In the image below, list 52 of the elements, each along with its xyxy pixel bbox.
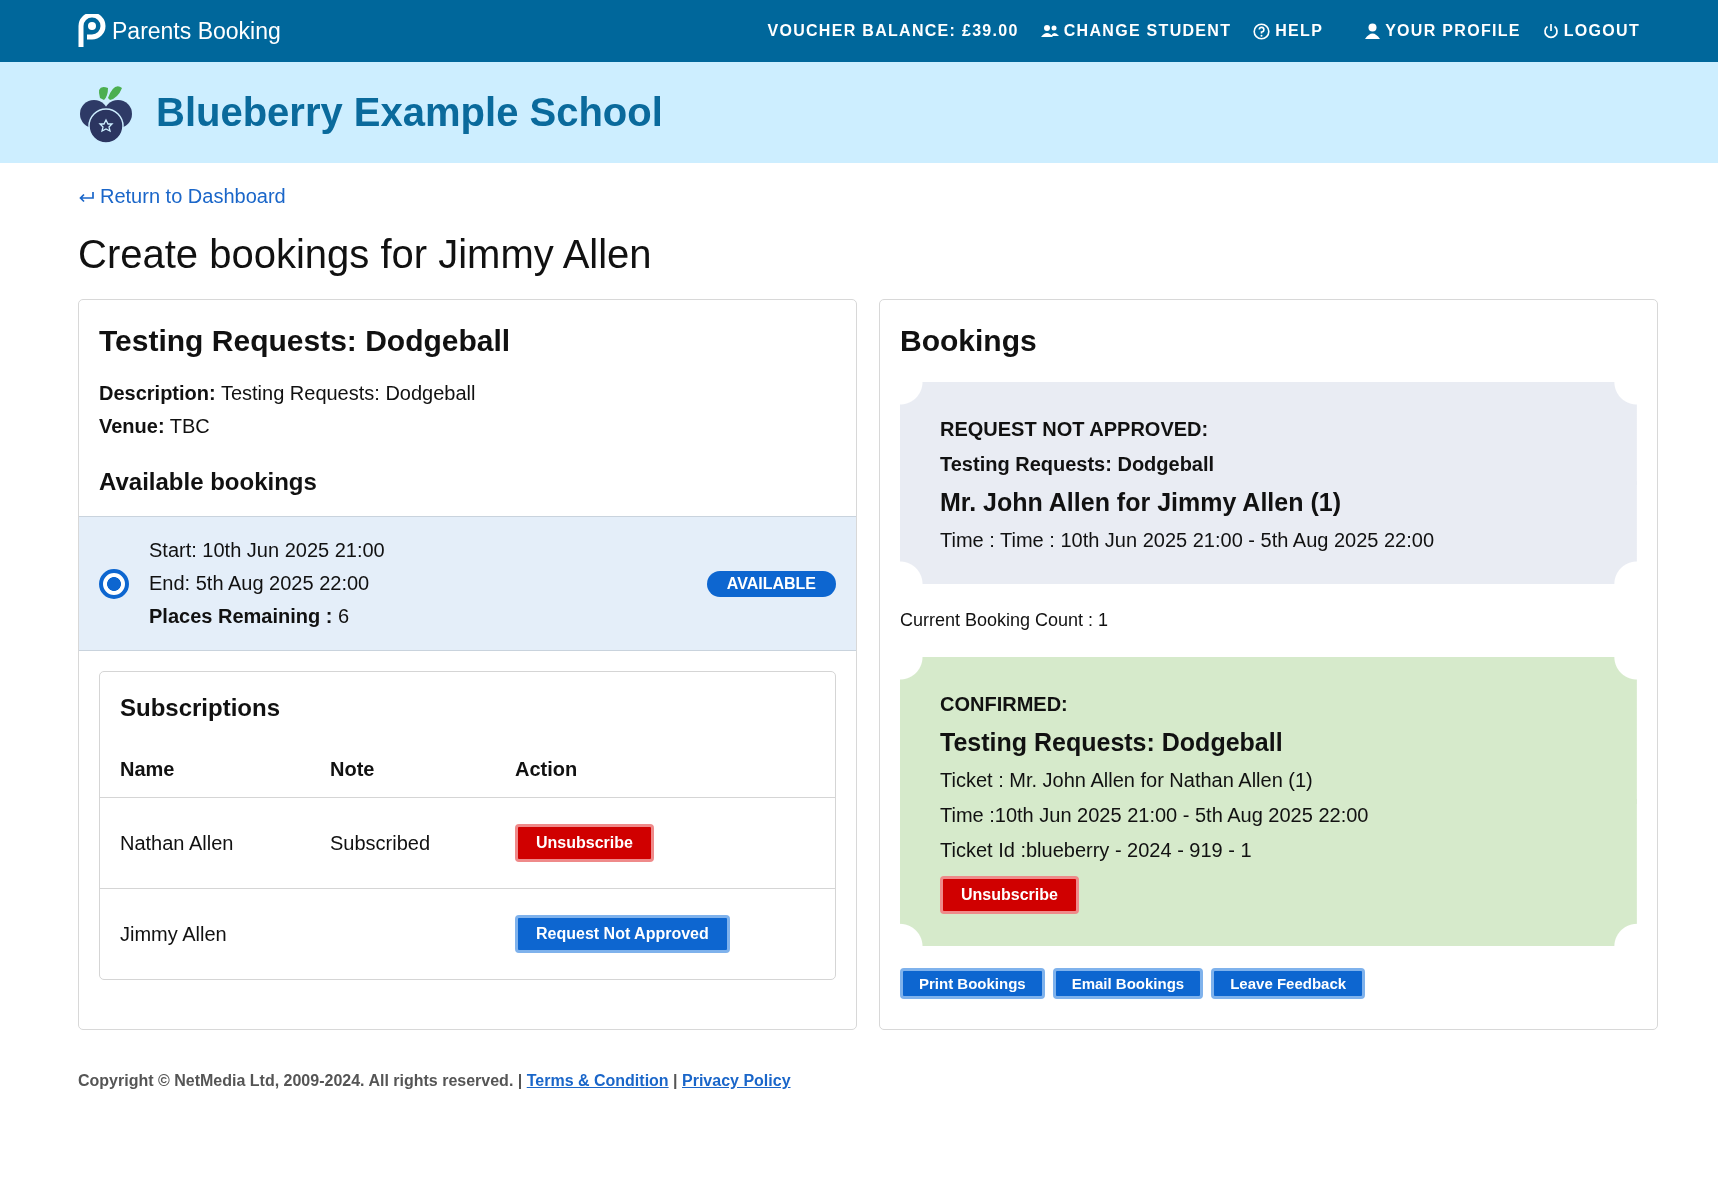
- footer-link[interactable]: Terms & Condition: [526, 1072, 669, 1089]
- booking-action-button[interactable]: Email Bookings: [1052, 968, 1204, 999]
- table-cell: Jimmy Allen: [100, 888, 310, 979]
- nav-link[interactable]: LOGOUT: [1542, 22, 1640, 40]
- return-to-dashboard-link[interactable]: Return to Dashboard: [78, 185, 286, 208]
- column-header: Name: [100, 748, 310, 798]
- column-header: Note: [310, 748, 495, 798]
- ticket-status: CONFIRMED:: [940, 693, 1068, 716]
- page-title: Create bookings for Jimmy Allen: [78, 232, 653, 277]
- ticket-heading: Testing Requests: Dodgeball: [940, 728, 1283, 757]
- nav-link[interactable]: HELP: [1253, 22, 1324, 40]
- subscriptions-heading: Subscriptions: [120, 694, 282, 722]
- user-icon: [1365, 23, 1381, 39]
- radio-button[interactable]: [99, 568, 129, 599]
- booking-count: Current Booking Count : 1: [900, 610, 1110, 631]
- booking-action-button[interactable]: Print Bookings: [900, 968, 1045, 999]
- return-arrow-icon: [78, 190, 94, 203]
- table-cell: Nathan Allen: [100, 797, 310, 889]
- voucher-balance: VOUCHER BALANCE: £39.00: [767, 22, 1019, 40]
- ticket-detail: Ticket : Mr. John Allen for Nathan Allen (1): [940, 769, 1313, 792]
- nav-link[interactable]: YOUR PROFILE: [1365, 22, 1521, 40]
- column-header: Action: [495, 748, 835, 798]
- booking-slot[interactable]: Start: 10th Jun 2025 21:00 End: 5th Aug 2025 22:00 Places Remaining : 6 AVAILABLE: [79, 516, 856, 651]
- people-icon: [1040, 24, 1059, 38]
- copyright-footer: Copyright © NetMedia Ltd, 2009-2024. All rights reserved. | Terms & Condition | Privacy Policy: [78, 1072, 1640, 1090]
- footer-link[interactable]: Privacy Policy: [682, 1072, 791, 1089]
- ticket-detail: Ticket Id :blueberry - 2024 - 919 - 1: [940, 839, 1252, 862]
- available-badge: AVAILABLE: [706, 570, 836, 597]
- request-status-button[interactable]: Request Not Approved: [515, 915, 730, 953]
- slot-end: End: 5th Aug 2025 22:00: [149, 572, 371, 595]
- unsubscribe-button[interactable]: Unsubscribe: [940, 876, 1079, 914]
- table-cell: Subscribed: [330, 831, 431, 854]
- booking-action-button[interactable]: Leave Feedback: [1211, 968, 1366, 999]
- bookings-heading: Bookings: [900, 324, 1038, 358]
- event-title: Testing Requests: Dodgeball: [99, 324, 512, 358]
- event-venue: Venue: TBC: [99, 415, 211, 438]
- places-remaining: Places Remaining : 6: [149, 605, 351, 628]
- p-logo-icon: [78, 14, 106, 48]
- school-name: Blueberry Example School: [156, 90, 663, 135]
- slot-start: Start: 10th Jun 2025 21:00: [149, 539, 386, 562]
- nav-link[interactable]: CHANGE STUDENT: [1040, 22, 1232, 40]
- ticket-heading: Mr. John Allen for Jimmy Allen (1): [940, 488, 1341, 517]
- help-icon: [1253, 22, 1271, 40]
- ticket-status: REQUEST NOT APPROVED:: [940, 418, 1209, 441]
- ticket-detail: Time :10th Jun 2025 21:00 - 5th Aug 2025 22:00: [940, 804, 1369, 827]
- event-description: Description: Testing Requests: Dodgeball: [99, 382, 477, 405]
- brand-name[interactable]: Parents Booking: [112, 17, 281, 45]
- available-bookings-heading: Available bookings: [99, 468, 318, 496]
- ticket-detail: Time : Time : 10th Jun 2025 21:00 - 5th Aug 2025 22:00: [940, 529, 1435, 552]
- ticket-event: Testing Requests: Dodgeball: [940, 453, 1215, 476]
- unsubscribe-button[interactable]: Unsubscribe: [515, 824, 654, 862]
- power-icon: [1542, 23, 1559, 39]
